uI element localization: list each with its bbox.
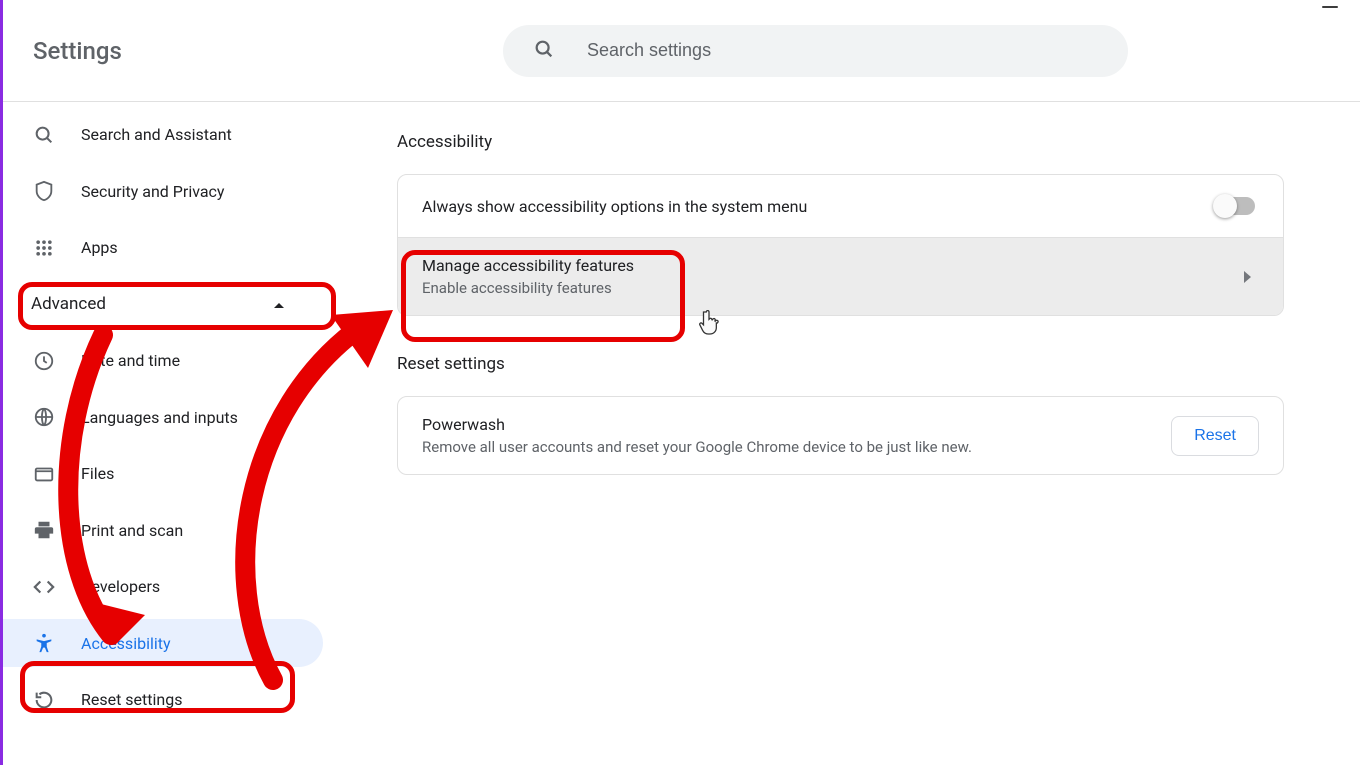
sidebar-item-files[interactable]: Files (3, 450, 323, 498)
search-box[interactable] (503, 25, 1128, 77)
header: Settings (3, 0, 1360, 102)
row-sublabel: Remove all user accounts and reset your … (422, 438, 1171, 456)
row-always-show-accessibility[interactable]: Always show accessibility options in the… (398, 175, 1283, 237)
clock-icon (33, 350, 55, 372)
card-accessibility: Always show accessibility options in the… (397, 174, 1284, 316)
sidebar-section-advanced[interactable]: Advanced (3, 280, 313, 328)
sidebar-item-label: Apps (81, 238, 118, 257)
search-icon (33, 124, 55, 146)
search-input[interactable] (587, 40, 1128, 61)
page-title: Settings (33, 37, 503, 65)
sidebar-item-label: Security and Privacy (81, 182, 224, 201)
sidebar-item-label: Date and time (81, 351, 180, 370)
sidebar-item-apps[interactable]: Apps (3, 224, 323, 272)
row-label: Always show accessibility options in the… (422, 197, 807, 216)
row-sublabel: Enable accessibility features (422, 279, 634, 297)
globe-icon (33, 406, 55, 428)
section-heading-reset: Reset settings (397, 354, 1284, 374)
code-icon (33, 576, 55, 598)
row-label: Manage accessibility features (422, 256, 634, 275)
row-manage-accessibility-features[interactable]: Manage accessibility features Enable acc… (398, 237, 1283, 315)
sidebar-item-label: Print and scan (81, 521, 183, 540)
sidebar-item-date-time[interactable]: Date and time (3, 337, 323, 385)
reset-button[interactable]: Reset (1171, 416, 1259, 456)
sidebar-item-developers[interactable]: Developers (3, 563, 323, 611)
apps-icon (33, 237, 55, 259)
section-heading-accessibility: Accessibility (397, 132, 1284, 152)
sidebar-item-reset-settings[interactable]: Reset settings (3, 676, 323, 724)
sidebar-item-search-assistant[interactable]: Search and Assistant (3, 111, 323, 159)
sidebar-item-label: Accessibility (81, 634, 171, 653)
reset-icon (33, 689, 55, 711)
printer-icon (33, 519, 55, 541)
shield-icon (33, 180, 55, 202)
card-reset: Powerwash Remove all user accounts and r… (397, 396, 1284, 475)
sidebar-item-label: Languages and inputs (81, 408, 238, 427)
sidebar-item-print-scan[interactable]: Print and scan (3, 506, 323, 554)
folder-icon (33, 463, 55, 485)
main-content: Accessibility Always show accessibility … (343, 102, 1360, 765)
search-icon (533, 38, 555, 64)
row-powerwash: Powerwash Remove all user accounts and r… (398, 397, 1283, 474)
sidebar-item-label: Search and Assistant (81, 125, 232, 144)
sidebar-item-label: Developers (81, 577, 160, 596)
toggle-always-show-accessibility[interactable] (1215, 197, 1255, 215)
sidebar-item-accessibility[interactable]: Accessibility (3, 619, 323, 667)
sidebar-item-label: Reset settings (81, 690, 182, 709)
sidebar-item-languages-inputs[interactable]: Languages and inputs (3, 393, 323, 441)
sidebar-section-label: Advanced (31, 294, 106, 314)
sidebar-item-label: Files (81, 464, 114, 483)
sidebar: Search and Assistant Security and Privac… (3, 102, 343, 765)
sidebar-item-security-privacy[interactable]: Security and Privacy (3, 167, 323, 215)
chevron-right-icon (1244, 271, 1251, 283)
accessibility-icon (33, 632, 55, 654)
row-label: Powerwash (422, 415, 1171, 434)
chevron-up-icon (273, 294, 285, 314)
window-minimize[interactable] (1322, 6, 1338, 8)
